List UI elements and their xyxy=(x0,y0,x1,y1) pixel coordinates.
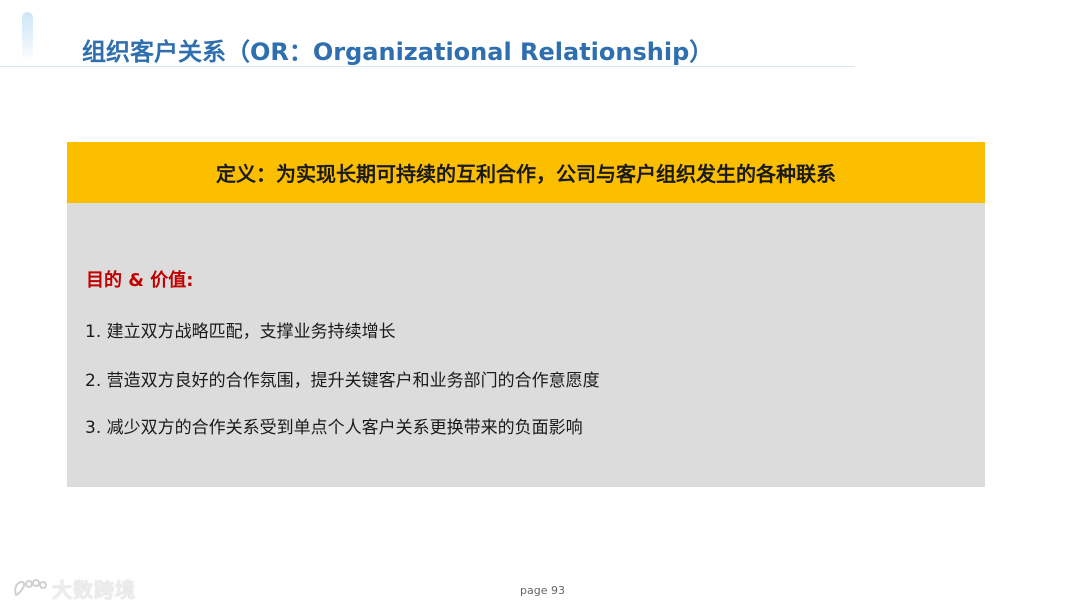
watermark-text: 大数跨境 xyxy=(52,578,136,602)
purpose-point-2: 2. 营造双方良好的合作氛围，提升关键客户和业务部门的合作意愿度 xyxy=(85,371,600,391)
watermark: 大数跨境 xyxy=(12,574,136,603)
purpose-point-1: 1. 建立双方战略匹配，支撑业务持续增长 xyxy=(85,322,396,342)
page-number: page 93 xyxy=(520,584,565,597)
definition-text: 定义：为实现长期可持续的互利合作，公司与客户组织发生的各种联系 xyxy=(216,162,836,186)
title-divider xyxy=(0,66,855,67)
purpose-heading: 目的 & 价值: xyxy=(86,270,194,291)
page-title: 组织客户关系（OR：Organizational Relationship） xyxy=(82,38,714,66)
paw-logo-icon xyxy=(14,578,47,596)
purpose-panel: 目的 & 价值: 1. 建立双方战略匹配，支撑业务持续增长 2. 营造双方良好的… xyxy=(67,203,985,487)
definition-banner: 定义：为实现长期可持续的互利合作，公司与客户组织发生的各种联系 xyxy=(67,142,985,203)
title-accent-bar xyxy=(22,12,33,62)
purpose-point-3: 3. 减少双方的合作关系受到单点个人客户关系更换带来的负面影响 xyxy=(85,418,583,438)
